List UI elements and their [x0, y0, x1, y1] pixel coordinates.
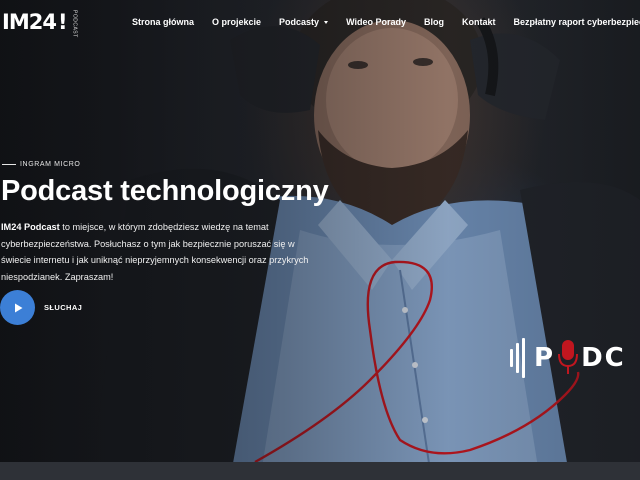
sound-bars-icon	[510, 338, 528, 378]
nav-item-contact[interactable]: Kontakt	[462, 17, 496, 27]
nav-label: O projekcie	[212, 17, 262, 27]
nav-item-blog[interactable]: Blog	[424, 17, 444, 27]
listen-button[interactable]: SŁUCHAJ	[0, 290, 82, 325]
podcast-badge-text: P DC	[534, 338, 626, 378]
badge-letters: DC	[581, 343, 626, 373]
nav-item-podcasts[interactable]: Podcasty	[279, 17, 329, 27]
nav-label: Wideo Porady	[346, 17, 407, 27]
nav-item-home[interactable]: Strona główna	[132, 17, 194, 27]
nav-label: Bezpłatny raport cyberbezpieczeństwa	[513, 17, 640, 27]
microphone-icon	[558, 340, 579, 374]
hero-section: IM24 ! PODCAST Strona główna O projekcie…	[0, 0, 640, 480]
chevron-down-icon	[324, 20, 329, 24]
bottom-strip	[0, 462, 640, 480]
top-navigation-bar: IM24 ! PODCAST Strona główna O projekcie…	[0, 0, 640, 46]
divider	[2, 164, 16, 165]
logo-exclamation: !	[57, 10, 68, 34]
main-menu: Strona główna O projekcie Podcasty Wideo…	[132, 17, 640, 27]
page-title: Podcast technologiczny	[1, 175, 329, 207]
nav-item-free-report[interactable]: Bezpłatny raport cyberbezpieczeństwa	[514, 17, 640, 27]
eyebrow-text: INGRAM MICRO	[20, 161, 81, 168]
nav-label: Podcasty	[279, 17, 320, 27]
play-icon[interactable]	[0, 290, 35, 325]
nav-item-video-tips[interactable]: Wideo Porady	[346, 17, 406, 27]
nav-label: Kontakt	[462, 17, 496, 27]
logo-subtitle: PODCAST	[71, 10, 78, 38]
badge-letter-p: P	[534, 343, 556, 373]
listen-label: SŁUCHAJ	[44, 303, 83, 312]
hero-eyebrow: INGRAM MICRO	[2, 161, 80, 168]
nav-label: Strona główna	[132, 17, 195, 27]
nav-label: Blog	[424, 17, 445, 27]
site-logo[interactable]: IM24 ! PODCAST	[2, 10, 78, 38]
description-brand: IM24 Podcast	[1, 222, 60, 232]
logo-text: IM24	[2, 10, 57, 34]
nav-item-about[interactable]: O projekcie	[212, 17, 261, 27]
hero-description: IM24 Podcast to miejsce, w którym zdobęd…	[1, 219, 321, 285]
podcast-badge: P DC	[510, 338, 626, 378]
play-triangle	[14, 303, 22, 312]
